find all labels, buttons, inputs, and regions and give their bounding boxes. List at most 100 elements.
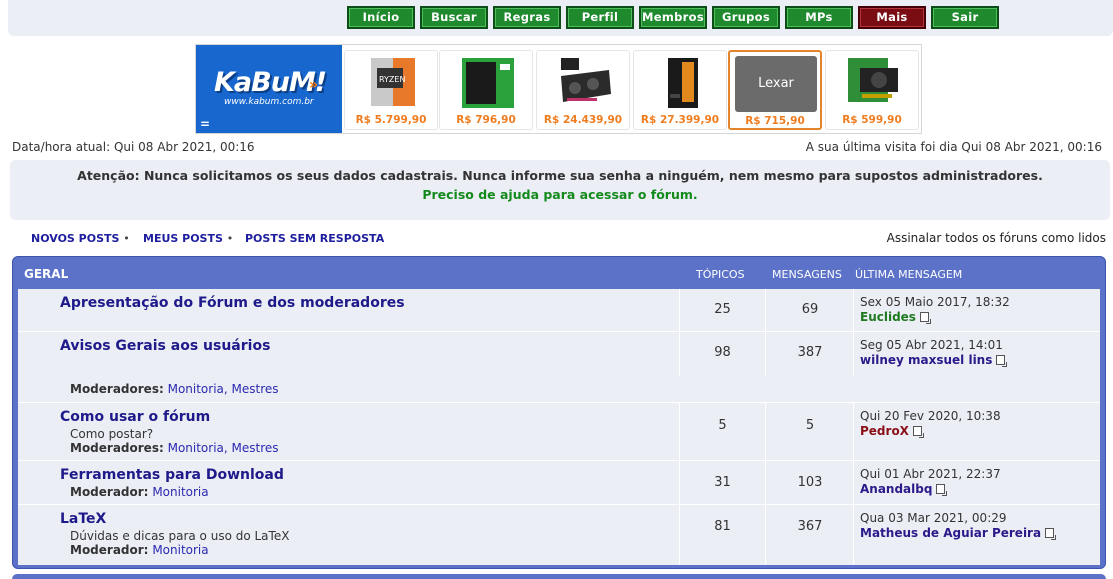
- last-post-user-link[interactable]: Matheus de Aguiar Pereira: [860, 526, 1057, 540]
- category-title[interactable]: GERAL: [24, 267, 68, 281]
- forum-moderators: Moderador: Monitoria: [70, 543, 209, 557]
- topics-count: 31: [714, 475, 731, 490]
- posts-count: 387: [797, 345, 823, 360]
- unanswered-posts-link[interactable]: POSTS SEM RESPOSTA: [245, 232, 384, 245]
- forum-title-link[interactable]: Ferramentas para Download: [60, 467, 284, 483]
- ad-product-1-price: R$ 5.799,90: [355, 114, 427, 126]
- forum-row: Como usar o fórum Como postar? Moderador…: [18, 403, 1100, 461]
- forum-row: Avisos Gerais aos usuários Moderadores: …: [18, 332, 1100, 403]
- posts-cell: 367: [767, 505, 854, 565]
- posts-count: 103: [797, 475, 823, 490]
- my-posts-label: MEUS POSTS: [143, 232, 223, 245]
- posts-count: 367: [797, 519, 823, 534]
- forum-title-link[interactable]: Apresentação do Fórum e dos moderadores: [60, 295, 405, 311]
- separator-dot: •: [123, 232, 130, 245]
- forum-description: Dúvidas e dicas para o uso do LaTeX: [70, 529, 290, 543]
- ryzen-cpu-box-icon: RYZEN: [371, 58, 415, 106]
- last-post-info: Seg 05 Abr 2021, 14:01 wilney maxsuel li…: [860, 338, 1008, 367]
- forum-title-link[interactable]: LaTeX: [60, 511, 106, 527]
- last-post-date: Sex 05 Maio 2017, 18:32: [860, 295, 1010, 309]
- forum-title-link[interactable]: Como usar o fórum: [60, 409, 210, 425]
- nav-sair-button[interactable]: Sair: [931, 6, 999, 29]
- last-post-username: PedroX: [860, 424, 909, 438]
- posts-cell: 387: [767, 332, 854, 376]
- last-post-user-link[interactable]: Euclides: [860, 310, 1010, 324]
- ad-product-6[interactable]: R$ 599,90: [825, 50, 919, 130]
- topics-cell: 31: [679, 461, 766, 504]
- view-latest-post-icon[interactable]: [936, 484, 948, 496]
- forum-row-main: Avisos Gerais aos usuários Moderadores: …: [18, 332, 678, 402]
- moderator-links[interactable]: Monitoria: [152, 485, 208, 499]
- posts-count: 69: [801, 302, 819, 317]
- moderator-links[interactable]: Monitoria, Mestres: [168, 382, 279, 396]
- topics-count: 25: [714, 302, 731, 317]
- forum-title-link[interactable]: Avisos Gerais aos usuários: [60, 338, 270, 354]
- wd-green-ssd-icon: [462, 58, 514, 108]
- last-post-info: Sex 05 Maio 2017, 18:32 Euclides: [860, 295, 1010, 324]
- forum-row: Apresentação do Fórum e dos moderadores …: [18, 289, 1100, 332]
- ad-product-6-price: R$ 599,90: [842, 114, 902, 126]
- nav-perfil-button[interactable]: Perfil: [566, 6, 634, 29]
- topics-cell: 5: [679, 403, 766, 460]
- forum-description: Como postar?: [70, 427, 154, 441]
- nav-grupos-button[interactable]: Grupos: [712, 6, 780, 29]
- last-post-user-link[interactable]: Anandalbq: [860, 482, 1001, 496]
- ad-product-1[interactable]: RYZEN R$ 5.799,90: [344, 50, 438, 130]
- kabum-ad-banner[interactable]: KaBuM! » www.kabum.com.br = RYZEN R$ 5.7…: [195, 44, 922, 134]
- moderators-label: Moderadores:: [70, 382, 164, 396]
- new-posts-link[interactable]: NOVOS POSTS •: [31, 232, 130, 245]
- forum-row-main: Como usar o fórum Como postar? Moderador…: [18, 403, 678, 460]
- last-post-username: Anandalbq: [860, 482, 933, 496]
- posts-cell: 69: [767, 289, 854, 331]
- view-latest-post-icon[interactable]: [912, 426, 924, 438]
- notice-help-link[interactable]: Preciso de ajuda para acessar o fórum.: [10, 187, 1110, 202]
- new-posts-label: NOVOS POSTS: [31, 232, 120, 245]
- forum-moderators: Moderadores: Monitoria, Mestres: [70, 382, 279, 396]
- topics-count: 81: [714, 519, 731, 534]
- mark-all-read-link[interactable]: Assinalar todos os fóruns como lidos: [887, 231, 1106, 245]
- posts-cell: 5: [767, 403, 854, 460]
- view-latest-post-icon[interactable]: [919, 312, 931, 324]
- forum-category-panel: GERAL TÓPICOS MENSAGENS ÚLTIMA MENSAGEM …: [12, 256, 1106, 569]
- last-post-user-link[interactable]: PedroX: [860, 424, 1001, 438]
- topics-count: 98: [714, 345, 731, 360]
- posts-cell: 103: [767, 461, 854, 504]
- topics-count: 5: [718, 418, 727, 433]
- forum-row: Ferramentas para Download Moderador: Mon…: [18, 461, 1100, 505]
- topics-cell: 81: [679, 505, 766, 565]
- security-notice: Atenção: Nunca solicitamos os seus dados…: [10, 160, 1110, 220]
- moderator-links[interactable]: Monitoria: [152, 543, 208, 557]
- nav-mais-button[interactable]: Mais: [858, 6, 926, 29]
- view-latest-post-icon[interactable]: [996, 355, 1008, 367]
- moderator-links[interactable]: Monitoria, Mestres: [168, 441, 279, 455]
- last-post-username: wilney maxsuel lins: [860, 353, 993, 367]
- nav-membros-button[interactable]: Membros: [639, 6, 707, 29]
- view-latest-post-icon[interactable]: [1045, 528, 1057, 540]
- ad-product-5-price: R$ 715,90: [745, 115, 805, 127]
- topics-cell: 25: [679, 289, 766, 331]
- last-post-username: Matheus de Aguiar Pereira: [860, 526, 1042, 540]
- moderators-label: Moderador:: [70, 485, 149, 499]
- ad-product-3-price: R$ 24.439,90: [543, 114, 623, 126]
- topics-cell: 98: [679, 332, 766, 376]
- nav-inicio-button[interactable]: Início: [347, 6, 415, 29]
- chevron-right-icon: »: [309, 77, 319, 93]
- moderators-label: Moderador:: [70, 543, 149, 557]
- top-nav-bar: Início Buscar Regras Perfil Membros Grup…: [8, 0, 1113, 36]
- ad-product-2[interactable]: R$ 796,90: [439, 50, 533, 130]
- ad-product-5[interactable]: Lexar R$ 715,90: [728, 50, 822, 130]
- moderators-label: Moderadores:: [70, 441, 164, 455]
- nav-regras-button[interactable]: Regras: [493, 6, 561, 29]
- nav-mps-button[interactable]: MPs: [785, 6, 853, 29]
- last-visit: A sua última visita foi dia Qui 08 Abr 2…: [805, 140, 1102, 154]
- forum-row-main: LaTeX Dúvidas e dicas para o uso do LaTe…: [18, 505, 678, 565]
- ad-product-4[interactable]: R$ 27.399,90: [633, 50, 727, 130]
- my-posts-link[interactable]: MEUS POSTS •: [143, 232, 233, 245]
- last-post-user-link[interactable]: wilney maxsuel lins: [860, 353, 1008, 367]
- last-post-info: Qui 20 Fev 2020, 10:38 PedroX: [860, 409, 1001, 438]
- last-post-date: Qui 01 Abr 2021, 22:37: [860, 467, 1001, 481]
- forum-moderators: Moderador: Monitoria: [70, 485, 209, 499]
- kabum-logo[interactable]: KaBuM! » www.kabum.com.br =: [196, 45, 342, 133]
- ad-product-3[interactable]: R$ 24.439,90: [536, 50, 630, 130]
- nav-buscar-button[interactable]: Buscar: [420, 6, 488, 29]
